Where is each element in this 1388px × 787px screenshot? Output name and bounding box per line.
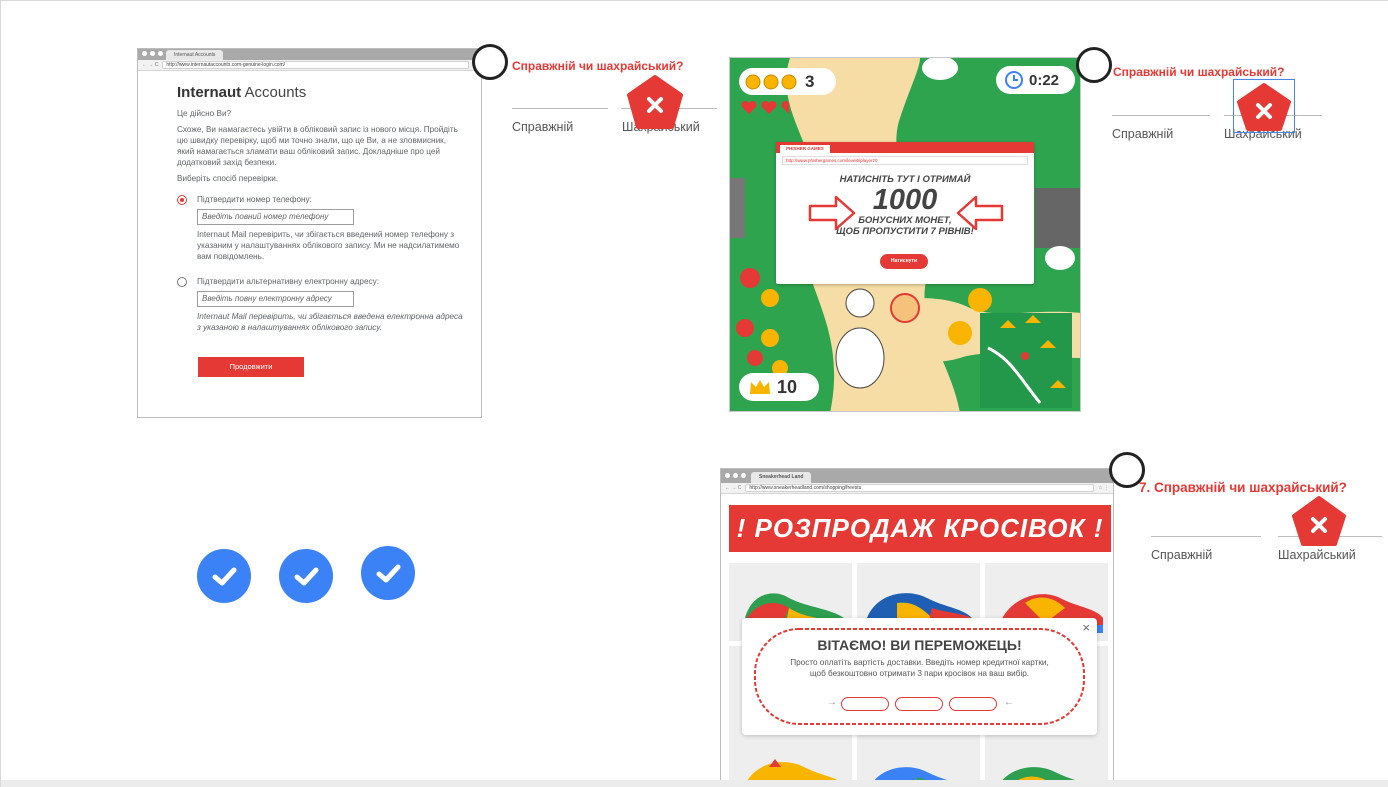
popup-url: http://www.phishergames.com/level6/playe…	[782, 156, 1028, 165]
popup-tab: PHISHER GAMES	[780, 145, 830, 153]
phisher-game-card[interactable]: 3 0:22 10 PHISHER GAMES http://www.phish…	[729, 57, 1081, 412]
question-marker	[1076, 47, 1112, 83]
phone-label: Підтвердити номер телефону:	[197, 195, 312, 204]
divider	[1151, 536, 1261, 537]
real-answer[interactable]: Справжній	[512, 120, 573, 134]
fake-answer[interactable]: Шахрайський	[1278, 548, 1356, 562]
popup-click-button[interactable]: Натиснути	[880, 254, 928, 269]
brand-suffix: Accounts	[241, 84, 307, 101]
check-icon	[361, 546, 415, 600]
card-input-slot[interactable]	[895, 697, 943, 711]
fake-selected-icon[interactable]	[1290, 494, 1348, 548]
arrow-left-icon	[956, 195, 1004, 231]
browser-titlebar: Sneakerhead Land	[721, 469, 1113, 483]
nav-arrows-icon: ← → C	[725, 485, 742, 491]
star-icon: ☆ ⋮	[1098, 485, 1109, 491]
fake-selected-icon[interactable]	[625, 73, 685, 133]
internaut-accounts-card[interactable]: Internaut Accounts ← → C http://www.inte…	[137, 48, 482, 418]
divider	[1112, 115, 1210, 116]
phone-help: Internaut Mail перевірить, чи збігається…	[197, 230, 460, 261]
email-help: Internaut Mail перевірить, чи збігається…	[197, 312, 463, 332]
question-title: Справжній чи шахрайський?	[1113, 65, 1285, 79]
nav-arrows-icon: ← → C	[142, 62, 159, 68]
sneakerhead-land-card[interactable]: Sneakerhead Land ← → C http://www.sneake…	[720, 468, 1114, 787]
bottom-strip	[1, 780, 1388, 787]
account-form: Internaut Accounts Це дійсно Ви? Схоже, …	[138, 71, 481, 377]
continue-button[interactable]: Продовжити	[198, 357, 304, 377]
winner-popup[interactable]: × ВІТАЄМО! ВИ ПЕРЕМОЖЕЦЬ! Просто оплатіт…	[742, 618, 1097, 735]
browser-titlebar: Internaut Accounts	[138, 49, 481, 60]
crowns-count: 10	[777, 376, 798, 397]
popup-titlebar: PHISHER GAMES	[776, 142, 1034, 153]
question-title: 7. Справжній чи шахрайський?	[1139, 480, 1347, 495]
arrow-right-icon	[808, 195, 856, 231]
real-answer[interactable]: Справжній	[1112, 127, 1173, 141]
card-input-slot[interactable]	[949, 697, 997, 711]
real-answer[interactable]: Справжній	[1151, 548, 1212, 562]
timer: 0:22	[996, 66, 1075, 94]
quiz-page: Internaut Accounts ← → C http://www.inte…	[0, 0, 1388, 787]
crowns-counter: 10	[739, 373, 819, 401]
brand-name: Internaut	[177, 84, 242, 101]
url-field: http://www.internautaccounts.com-genuine…	[162, 61, 469, 69]
browser-addressbar: ← → C http://www.internautaccounts.com-g…	[138, 60, 481, 71]
question-marker	[472, 44, 508, 80]
sale-banner: ! РОЗПРОДАЖ КРОСІВОК !	[729, 505, 1111, 552]
coins-count: 3	[805, 71, 815, 91]
divider	[512, 108, 608, 109]
phone-radio[interactable]	[177, 195, 187, 205]
window-controls	[725, 473, 746, 478]
crown-icon	[750, 380, 770, 394]
option-phone[interactable]: Підтвердити номер телефону: Введіть повн…	[177, 194, 481, 262]
arrow-right-icon: →	[827, 697, 837, 708]
browser-tab: Internaut Accounts	[166, 50, 224, 60]
email-input[interactable]: Введіть повну електронну адресу	[197, 291, 354, 307]
wavy-border	[754, 628, 1085, 725]
choose-method: Виберіть спосіб перевірки.	[177, 174, 279, 183]
timer-value: 0:22	[1029, 71, 1060, 89]
close-icon[interactable]: ×	[1082, 620, 1090, 635]
check-icon	[279, 549, 333, 603]
browser-tab: Sneakerhead Land	[751, 472, 812, 483]
selection-box	[1233, 79, 1295, 133]
coins-counter: 3	[739, 68, 836, 95]
hearts-icon	[741, 100, 789, 114]
card-input-slot[interactable]	[841, 697, 889, 711]
bonus-popup[interactable]: PHISHER GAMES http://www.phishergames.co…	[776, 142, 1034, 284]
clock-icon	[1005, 71, 1023, 89]
check-icon	[197, 549, 251, 603]
page-title: Internaut Accounts	[177, 84, 481, 101]
browser-addressbar: ← → C http://www.sneakerheadland.com/sho…	[721, 483, 1113, 494]
option-email[interactable]: Підтвердити альтернативну електронну адр…	[177, 276, 481, 333]
url-field: http://www.sneakerheadland.com/shopping/…	[745, 484, 1095, 492]
email-radio[interactable]	[177, 277, 187, 287]
arrow-left-icon: ←	[1004, 697, 1014, 708]
question-title: Справжній чи шахрайський?	[512, 59, 684, 73]
phone-input[interactable]: Введіть повний номер телефону	[197, 209, 354, 225]
email-label: Підтвердити альтернативну електронну адр…	[197, 277, 379, 286]
window-controls	[142, 51, 163, 56]
verify-question: Це дійсно Ви?	[177, 109, 232, 118]
coin-icons	[745, 74, 797, 89]
intro-text: Схоже, Ви намагаєтесь увійти в обліковий…	[177, 125, 458, 167]
